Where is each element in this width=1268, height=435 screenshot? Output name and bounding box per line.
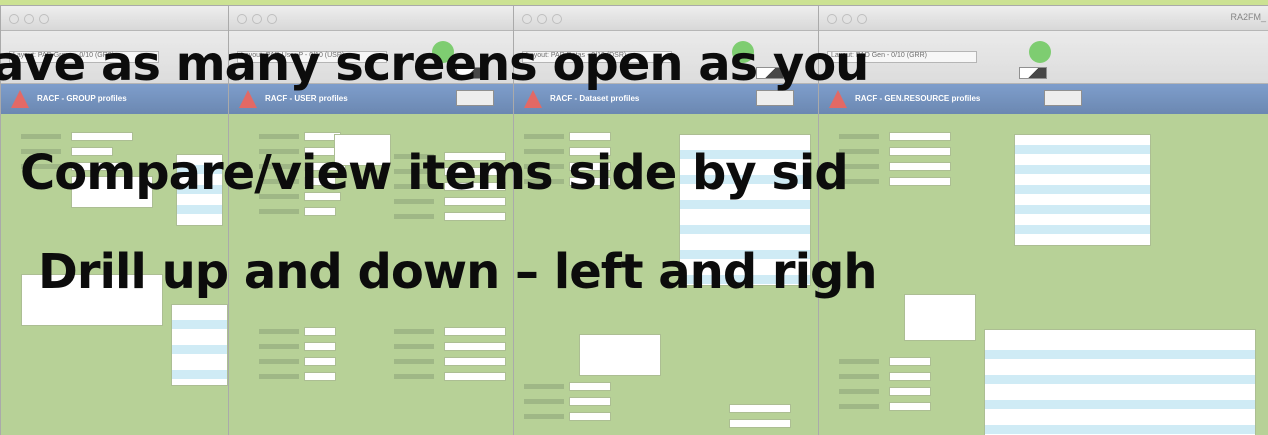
racf-logo-icon: [829, 90, 847, 108]
window-header: RACF - GEN.RESOURCE profiles: [819, 84, 1268, 114]
window-title: RA2FM_: [1230, 12, 1266, 22]
window-gen-resource-profiles[interactable]: RA2FM_ Layout: PAD Gen - 0/10 (GRR) RACF…: [818, 5, 1268, 435]
racf-logo-icon: [11, 90, 29, 108]
window-titlebar[interactable]: RA2FM_: [819, 6, 1268, 31]
window-header-title: RACF - USER profiles: [265, 94, 348, 103]
window-header-title: RACF - Dataset profiles: [550, 94, 640, 103]
window-titlebar[interactable]: [1, 6, 233, 31]
racf-logo-icon: [239, 90, 257, 108]
slide-line-1: ave as many screens open as you: [0, 36, 869, 92]
window-toolbar: Layout: PAD Gen - 0/10 (GRR): [819, 31, 1268, 84]
window-titlebar[interactable]: [229, 6, 524, 31]
screenshot-background: Layout: PAD Group - 0/10 (GR0) RACF - GR…: [0, 0, 1268, 435]
slide-line-2: Compare/view items side by sid: [20, 145, 849, 201]
traffic-lights-icon[interactable]: [9, 14, 49, 24]
window-header-title: RACF - GROUP profiles: [37, 94, 127, 103]
traffic-lights-icon[interactable]: [522, 14, 562, 24]
status-green-icon: [1029, 41, 1051, 63]
window-body: [819, 114, 1268, 435]
header-button[interactable]: [1044, 90, 1082, 106]
window-titlebar[interactable]: [514, 6, 824, 31]
header-button[interactable]: [456, 90, 494, 106]
traffic-lights-icon[interactable]: [827, 14, 867, 24]
color-swatch-icon[interactable]: [1019, 67, 1047, 79]
traffic-lights-icon[interactable]: [237, 14, 277, 24]
racf-logo-icon: [524, 90, 542, 108]
slide-line-3: Drill up and down – left and righ: [38, 244, 878, 300]
header-button[interactable]: [756, 90, 794, 106]
window-header-title: RACF - GEN.RESOURCE profiles: [855, 94, 981, 103]
